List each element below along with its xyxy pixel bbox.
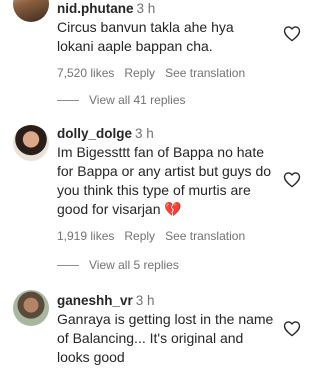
- reply-button[interactable]: Reply: [124, 229, 155, 243]
- heart-icon[interactable]: [283, 25, 301, 42]
- heart-icon[interactable]: [283, 320, 301, 337]
- comment-meta: 7,520 likes Reply See translation: [57, 66, 274, 80]
- view-replies-label: View all 41 replies: [89, 93, 186, 107]
- timestamp: 3 h: [136, 1, 156, 16]
- view-replies-label: View all 5 replies: [89, 258, 179, 272]
- comment-text: Ganraya is getting lost in the name of B…: [57, 311, 274, 365]
- avatar[interactable]: [13, 0, 49, 22]
- likes-count[interactable]: 7,520 likes: [57, 66, 114, 80]
- avatar[interactable]: [13, 290, 49, 326]
- replies-divider: [57, 99, 79, 101]
- view-replies-button[interactable]: View all 41 replies: [57, 93, 186, 107]
- broken-heart-emoji: 💔: [164, 201, 182, 217]
- username[interactable]: dolly_dolge: [57, 126, 132, 141]
- replies-divider: [57, 264, 79, 266]
- timestamp: 3 h: [135, 126, 154, 141]
- username[interactable]: ganeshh_vr: [57, 293, 133, 308]
- timestamp: 3 h: [135, 293, 155, 308]
- comment-text: Im Bigessttt fan of Bappa no hate for Ba…: [57, 143, 274, 219]
- username[interactable]: nid.phutane: [57, 1, 134, 16]
- avatar[interactable]: [13, 125, 49, 161]
- comment-header: dolly_dolge 3 h: [57, 125, 274, 142]
- reply-button[interactable]: Reply: [124, 66, 155, 80]
- comment-header: nid.phutane 3 h: [57, 0, 274, 17]
- comment-header: ganeshh_vr 3 h: [57, 292, 274, 309]
- see-translation-button[interactable]: See translation: [165, 229, 245, 243]
- see-translation-button[interactable]: See translation: [165, 66, 245, 80]
- comment-meta: 1,919 likes Reply See translation: [57, 229, 274, 243]
- heart-icon[interactable]: [283, 171, 301, 188]
- comment-text: Circus banvun takla ahe hya lokani aaple…: [57, 19, 234, 54]
- likes-count[interactable]: 1,919 likes: [57, 229, 114, 243]
- view-replies-button[interactable]: View all 5 replies: [57, 258, 179, 272]
